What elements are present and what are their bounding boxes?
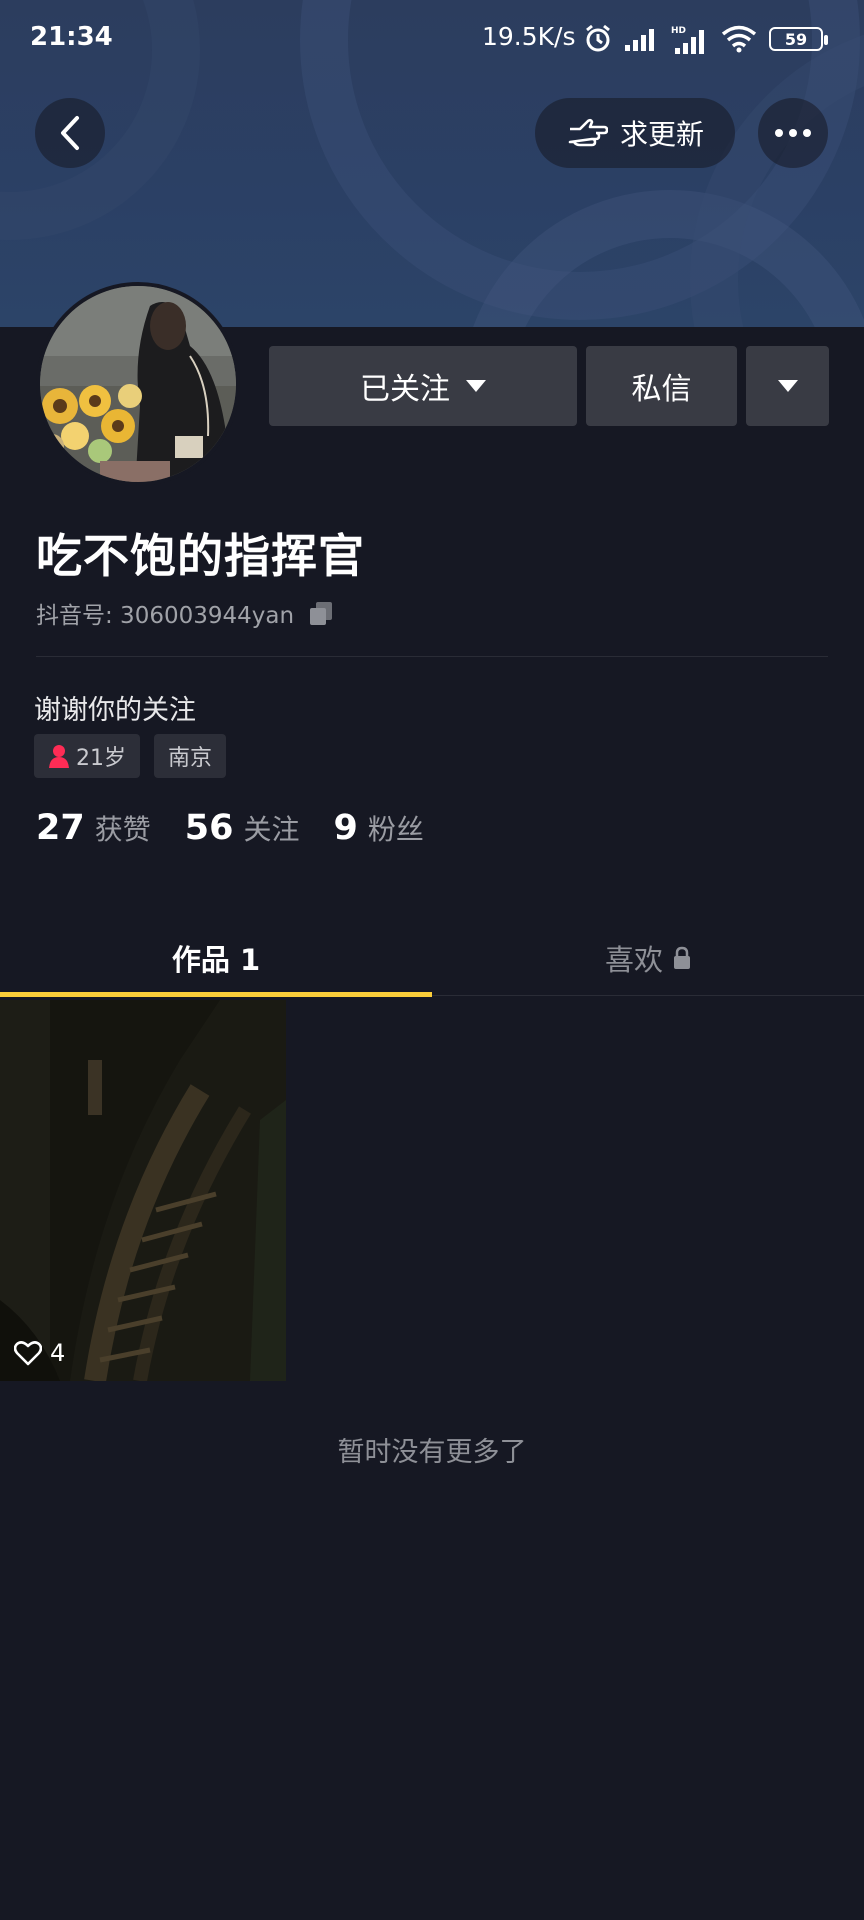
caret-down-icon [777,380,798,392]
message-label: 私信 [631,372,692,407]
age-label: 21岁 [76,746,126,771]
status-bar: 21:34 19.5K/s HD 59 [0,0,864,78]
tab-likes[interactable]: 喜欢 [432,920,864,996]
battery-level: 59 [784,29,808,49]
svg-text:HD: HD [671,26,686,36]
profile-tags: 21岁 南京 [34,734,227,778]
followed-button[interactable]: 已关注 [269,346,577,426]
stat-followers-label: 粉丝 [367,813,424,846]
stat-likes-count: 27 [36,808,85,848]
back-button[interactable] [35,98,105,168]
stat-following[interactable]: 56 关注 [185,808,300,848]
hd-signal-icon: HD [671,26,704,54]
pointing-hand-icon [568,118,608,147]
copy-icon[interactable] [308,600,334,626]
stat-likes-label: 获赞 [94,813,151,846]
signal-icon [625,29,654,51]
request-update-button[interactable]: 求更新 [535,98,735,168]
tab-likes-label: 喜欢 [604,943,663,977]
avatar[interactable] [36,282,240,486]
location-tag: 南京 [154,734,227,778]
douyin-id: 抖音号: 306003944yan [36,603,295,629]
stat-followers-count: 9 [333,808,358,848]
more-dots-icon [775,129,811,137]
username: 吃不饱的指挥官 [36,529,365,583]
alarm-icon [586,24,610,52]
heart-icon [14,1341,42,1366]
avatar-image [40,286,236,482]
douyin-id-row[interactable]: 抖音号: 306003944yan [36,596,334,630]
tab-works[interactable]: 作品 1 [0,920,432,996]
status-time: 21:34 [30,22,113,52]
wifi-icon [721,25,757,53]
female-icon [49,745,69,768]
status-net-speed: 19.5K/s [482,22,576,51]
profile-tabs: 作品 1 喜欢 [0,920,864,997]
stat-following-count: 56 [184,808,234,848]
video-likes: 4 [14,1339,65,1367]
location-label: 南京 [168,746,213,771]
video-likes-count: 4 [50,1339,66,1367]
request-update-label: 求更新 [619,118,704,151]
caret-down-icon [466,380,486,392]
video-thumbnail[interactable]: 4 [0,1000,286,1381]
divider [36,656,828,657]
bio: 谢谢你的关注 [34,695,196,726]
stat-likes[interactable]: 27 获赞 [36,808,151,848]
no-more-text: 暂时没有更多了 [337,1437,527,1468]
lock-icon [674,946,690,969]
tab-indicator [0,992,432,997]
battery-icon: 59 [769,27,828,51]
age-tag: 21岁 [34,734,140,778]
tab-works-label: 作品 1 [171,943,261,977]
recommend-dropdown-button[interactable] [746,346,829,426]
followed-label: 已关注 [360,372,450,407]
chevron-left-icon [61,116,79,150]
more-button[interactable] [758,98,828,168]
profile-stats: 27 获赞 56 关注 9 粉丝 [36,808,424,848]
video-cover-image [0,1000,286,1381]
message-button[interactable]: 私信 [586,346,737,426]
stat-followers[interactable]: 9 粉丝 [333,808,423,848]
stat-following-label: 关注 [243,813,300,846]
